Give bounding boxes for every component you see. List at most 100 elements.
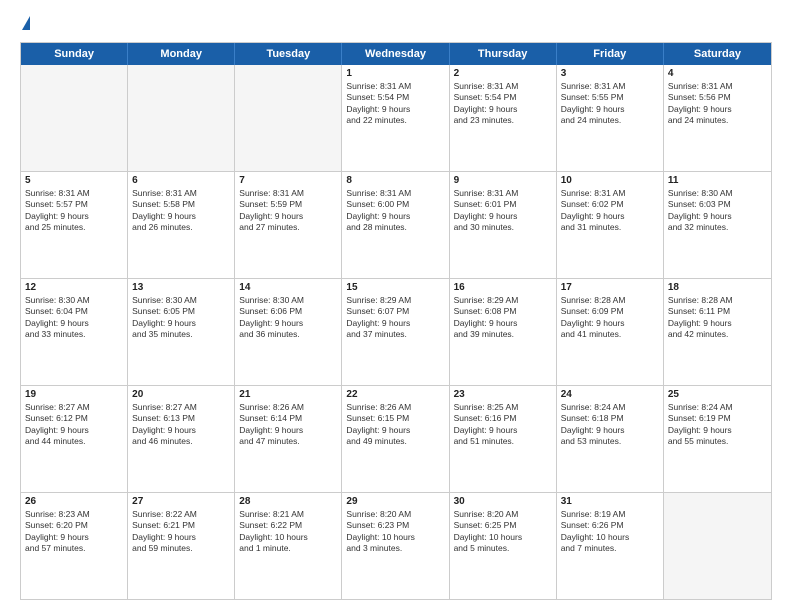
day-number: 30 xyxy=(454,496,552,507)
day-info-text: Sunrise: 8:30 AM Sunset: 6:05 PM Dayligh… xyxy=(132,295,230,341)
day-info-text: Sunrise: 8:27 AM Sunset: 6:13 PM Dayligh… xyxy=(132,402,230,448)
day-number: 10 xyxy=(561,175,659,186)
day-number: 1 xyxy=(346,68,444,79)
calendar-day-30: 30 Sunrise: 8:20 AM Sunset: 6:25 PM Dayli… xyxy=(450,493,557,599)
day-info-text: Sunrise: 8:29 AM Sunset: 6:07 PM Dayligh… xyxy=(346,295,444,341)
weekday-header-friday: Friday xyxy=(557,43,664,65)
day-info-text: Sunrise: 8:30 AM Sunset: 6:06 PM Dayligh… xyxy=(239,295,337,341)
day-info-text: Sunrise: 8:20 AM Sunset: 6:25 PM Dayligh… xyxy=(454,509,552,555)
day-number: 2 xyxy=(454,68,552,79)
calendar-header: SundayMondayTuesdayWednesdayThursdayFrid… xyxy=(21,43,771,65)
calendar-day-28: 28 Sunrise: 8:21 AM Sunset: 6:22 PM Dayli… xyxy=(235,493,342,599)
calendar-empty-cell xyxy=(21,65,128,171)
day-number: 29 xyxy=(346,496,444,507)
day-number: 14 xyxy=(239,282,337,293)
calendar-day-22: 22Sunrise: 8:26 AM Sunset: 6:15 PM Dayli… xyxy=(342,386,449,492)
day-number: 25 xyxy=(668,389,767,400)
header xyxy=(20,16,772,32)
weekday-header-sunday: Sunday xyxy=(21,43,128,65)
calendar-day-23: 23Sunrise: 8:25 AM Sunset: 6:16 PM Dayli… xyxy=(450,386,557,492)
day-info-text: Sunrise: 8:31 AM Sunset: 6:00 PM Dayligh… xyxy=(346,188,444,234)
calendar-week-2: 5 Sunrise: 8:31 AM Sunset: 5:57 PM Daylig… xyxy=(21,172,771,279)
day-info-text: Sunrise: 8:30 AM Sunset: 6:04 PM Dayligh… xyxy=(25,295,123,341)
logo-triangle-icon xyxy=(22,16,30,30)
calendar-day-25: 25 Sunrise: 8:24 AM Sunset: 6:19 PM Dayli… xyxy=(664,386,771,492)
calendar-day-8: 8Sunrise: 8:31 AM Sunset: 6:00 PM Daylig… xyxy=(342,172,449,278)
day-info-text: Sunrise: 8:24 AM Sunset: 6:19 PM Dayligh… xyxy=(668,402,767,448)
day-number: 13 xyxy=(132,282,230,293)
weekday-header-tuesday: Tuesday xyxy=(235,43,342,65)
calendar-day-13: 13 Sunrise: 8:30 AM Sunset: 6:05 PM Dayli… xyxy=(128,279,235,385)
calendar-day-29: 29 Sunrise: 8:20 AM Sunset: 6:23 PM Dayli… xyxy=(342,493,449,599)
calendar-week-5: 26 Sunrise: 8:23 AM Sunset: 6:20 PM Dayli… xyxy=(21,493,771,599)
day-number: 31 xyxy=(561,496,659,507)
day-info-text: Sunrise: 8:25 AM Sunset: 6:16 PM Dayligh… xyxy=(454,402,552,448)
calendar-day-24: 24 Sunrise: 8:24 AM Sunset: 6:18 PM Dayli… xyxy=(557,386,664,492)
day-number: 6 xyxy=(132,175,230,186)
day-info-text: Sunrise: 8:21 AM Sunset: 6:22 PM Dayligh… xyxy=(239,509,337,555)
calendar-day-18: 18Sunrise: 8:28 AM Sunset: 6:11 PM Dayli… xyxy=(664,279,771,385)
calendar-day-3: 3Sunrise: 8:31 AM Sunset: 5:55 PM Daylig… xyxy=(557,65,664,171)
calendar-week-4: 19 Sunrise: 8:27 AM Sunset: 6:12 PM Dayli… xyxy=(21,386,771,493)
day-info-text: Sunrise: 8:26 AM Sunset: 6:14 PM Dayligh… xyxy=(239,402,337,448)
weekday-header-monday: Monday xyxy=(128,43,235,65)
day-info-text: Sunrise: 8:28 AM Sunset: 6:11 PM Dayligh… xyxy=(668,295,767,341)
day-number: 26 xyxy=(25,496,123,507)
day-number: 17 xyxy=(561,282,659,293)
page: SundayMondayTuesdayWednesdayThursdayFrid… xyxy=(0,0,792,612)
calendar-day-27: 27 Sunrise: 8:22 AM Sunset: 6:21 PM Dayli… xyxy=(128,493,235,599)
calendar-empty-cell xyxy=(235,65,342,171)
day-info-text: Sunrise: 8:31 AM Sunset: 5:56 PM Dayligh… xyxy=(668,81,767,127)
day-number: 21 xyxy=(239,389,337,400)
calendar-day-15: 15 Sunrise: 8:29 AM Sunset: 6:07 PM Dayli… xyxy=(342,279,449,385)
day-number: 7 xyxy=(239,175,337,186)
day-info-text: Sunrise: 8:31 AM Sunset: 6:01 PM Dayligh… xyxy=(454,188,552,234)
calendar-empty-cell xyxy=(664,493,771,599)
day-number: 28 xyxy=(239,496,337,507)
weekday-header-saturday: Saturday xyxy=(664,43,771,65)
calendar: SundayMondayTuesdayWednesdayThursdayFrid… xyxy=(20,42,772,600)
calendar-day-6: 6 Sunrise: 8:31 AM Sunset: 5:58 PM Daylig… xyxy=(128,172,235,278)
calendar-day-5: 5 Sunrise: 8:31 AM Sunset: 5:57 PM Daylig… xyxy=(21,172,128,278)
day-info-text: Sunrise: 8:29 AM Sunset: 6:08 PM Dayligh… xyxy=(454,295,552,341)
calendar-day-9: 9 Sunrise: 8:31 AM Sunset: 6:01 PM Daylig… xyxy=(450,172,557,278)
calendar-day-16: 16 Sunrise: 8:29 AM Sunset: 6:08 PM Dayli… xyxy=(450,279,557,385)
day-number: 24 xyxy=(561,389,659,400)
day-info-text: Sunrise: 8:28 AM Sunset: 6:09 PM Dayligh… xyxy=(561,295,659,341)
day-number: 4 xyxy=(668,68,767,79)
calendar-day-1: 1 Sunrise: 8:31 AM Sunset: 5:54 PM Daylig… xyxy=(342,65,449,171)
day-number: 11 xyxy=(668,175,767,186)
day-info-text: Sunrise: 8:31 AM Sunset: 5:54 PM Dayligh… xyxy=(346,81,444,127)
day-info-text: Sunrise: 8:31 AM Sunset: 5:58 PM Dayligh… xyxy=(132,188,230,234)
day-info-text: Sunrise: 8:22 AM Sunset: 6:21 PM Dayligh… xyxy=(132,509,230,555)
day-number: 15 xyxy=(346,282,444,293)
calendar-day-17: 17 Sunrise: 8:28 AM Sunset: 6:09 PM Dayli… xyxy=(557,279,664,385)
calendar-day-21: 21 Sunrise: 8:26 AM Sunset: 6:14 PM Dayli… xyxy=(235,386,342,492)
calendar-day-10: 10 Sunrise: 8:31 AM Sunset: 6:02 PM Dayli… xyxy=(557,172,664,278)
calendar-day-19: 19 Sunrise: 8:27 AM Sunset: 6:12 PM Dayli… xyxy=(21,386,128,492)
calendar-week-1: 1 Sunrise: 8:31 AM Sunset: 5:54 PM Daylig… xyxy=(21,65,771,172)
day-info-text: Sunrise: 8:27 AM Sunset: 6:12 PM Dayligh… xyxy=(25,402,123,448)
day-info-text: Sunrise: 8:30 AM Sunset: 6:03 PM Dayligh… xyxy=(668,188,767,234)
calendar-day-12: 12Sunrise: 8:30 AM Sunset: 6:04 PM Dayli… xyxy=(21,279,128,385)
calendar-day-11: 11 Sunrise: 8:30 AM Sunset: 6:03 PM Dayli… xyxy=(664,172,771,278)
calendar-day-2: 2Sunrise: 8:31 AM Sunset: 5:54 PM Daylig… xyxy=(450,65,557,171)
day-number: 19 xyxy=(25,389,123,400)
calendar-empty-cell xyxy=(128,65,235,171)
calendar-day-26: 26 Sunrise: 8:23 AM Sunset: 6:20 PM Dayli… xyxy=(21,493,128,599)
day-info-text: Sunrise: 8:23 AM Sunset: 6:20 PM Dayligh… xyxy=(25,509,123,555)
day-info-text: Sunrise: 8:31 AM Sunset: 5:59 PM Dayligh… xyxy=(239,188,337,234)
day-number: 9 xyxy=(454,175,552,186)
weekday-header-wednesday: Wednesday xyxy=(342,43,449,65)
day-number: 5 xyxy=(25,175,123,186)
day-number: 27 xyxy=(132,496,230,507)
day-number: 16 xyxy=(454,282,552,293)
calendar-day-14: 14 Sunrise: 8:30 AM Sunset: 6:06 PM Dayli… xyxy=(235,279,342,385)
day-info-text: Sunrise: 8:20 AM Sunset: 6:23 PM Dayligh… xyxy=(346,509,444,555)
day-number: 3 xyxy=(561,68,659,79)
day-info-text: Sunrise: 8:24 AM Sunset: 6:18 PM Dayligh… xyxy=(561,402,659,448)
calendar-body: 1 Sunrise: 8:31 AM Sunset: 5:54 PM Daylig… xyxy=(21,65,771,599)
day-info-text: Sunrise: 8:31 AM Sunset: 5:57 PM Dayligh… xyxy=(25,188,123,234)
day-info-text: Sunrise: 8:31 AM Sunset: 6:02 PM Dayligh… xyxy=(561,188,659,234)
day-number: 20 xyxy=(132,389,230,400)
